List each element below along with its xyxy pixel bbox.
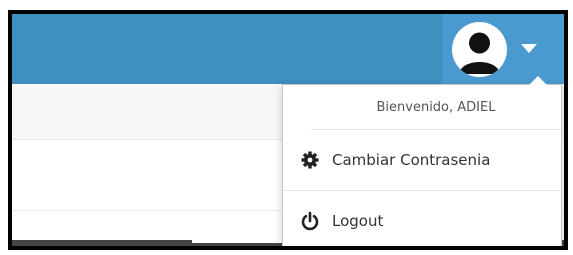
power-icon bbox=[300, 211, 320, 231]
change-password-label: Cambiar Contrasenia bbox=[332, 150, 491, 169]
user-menu-toggle[interactable] bbox=[442, 14, 564, 84]
scrollbar-thumb[interactable] bbox=[192, 240, 287, 243]
dropdown-pointer bbox=[529, 76, 547, 85]
top-navbar bbox=[12, 14, 564, 84]
user-avatar-icon bbox=[452, 22, 507, 77]
user-dropdown-menu: Bienvenido, ADIEL Cambiar Contrasenia Lo… bbox=[282, 76, 562, 246]
caret-down-icon bbox=[521, 44, 537, 53]
menu-divider bbox=[283, 190, 561, 191]
logout-label: Logout bbox=[332, 211, 384, 230]
change-password-item[interactable]: Cambiar Contrasenia bbox=[283, 132, 561, 187]
logout-item[interactable]: Logout bbox=[283, 193, 561, 246]
gear-icon bbox=[300, 150, 320, 170]
welcome-message: Bienvenido, ADIEL bbox=[311, 85, 561, 130]
app-window: Bienvenido, ADIEL Cambiar Contrasenia Lo… bbox=[8, 10, 568, 250]
